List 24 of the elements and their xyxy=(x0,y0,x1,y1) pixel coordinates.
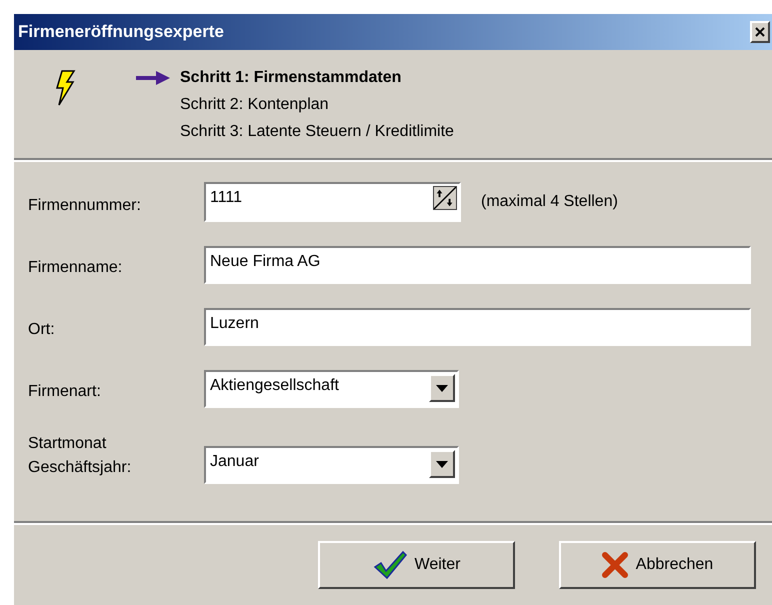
field-label: Ort: xyxy=(28,321,55,338)
close-button[interactable] xyxy=(750,21,770,43)
dropdown-field[interactable]: Januar xyxy=(204,446,459,484)
cancel-button[interactable]: Abbrechen xyxy=(559,541,756,589)
dropdown-field[interactable]: Aktiengesellschaft xyxy=(204,370,459,408)
window-title: Firmeneröffnungsexperte xyxy=(18,21,224,44)
text-field[interactable]: Luzern xyxy=(204,308,751,346)
hint-text: (maximal 4 Stellen) xyxy=(481,192,618,212)
next-button[interactable]: Weiter xyxy=(318,541,515,589)
cross-icon xyxy=(602,552,628,578)
number-spinner[interactable]: 1111 xyxy=(204,182,461,222)
field-label: Firmenart: xyxy=(28,383,101,400)
field-label: Firmennummer: xyxy=(28,197,141,214)
step-label: Schritt 3: Latente Steuern / Kreditlimite xyxy=(180,122,454,142)
checkmark-icon xyxy=(372,550,407,580)
step-label: Schritt 2: Kontenplan xyxy=(180,95,329,115)
spin-arrows-icon[interactable] xyxy=(433,186,457,210)
field-label: Firmenname: xyxy=(28,259,122,276)
close-icon xyxy=(755,27,765,37)
lightning-icon xyxy=(54,70,76,106)
step-label: Schritt 1: Firmenstammdaten xyxy=(180,68,402,88)
text-field[interactable]: Neue Firma AG xyxy=(204,246,751,284)
arrow-icon xyxy=(136,71,170,85)
field-label: Startmonat Geschäftsjahr: xyxy=(28,435,132,476)
